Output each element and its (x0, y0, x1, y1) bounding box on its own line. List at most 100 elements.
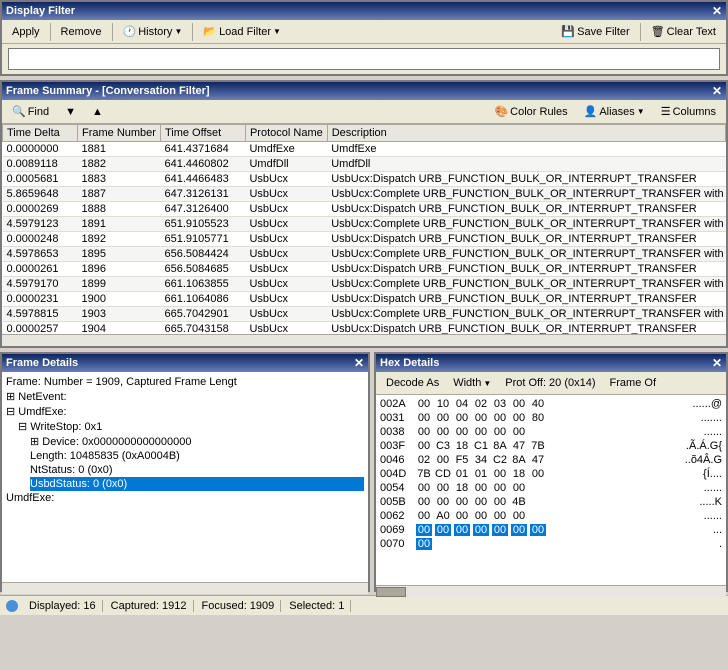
hex-addr: 004D (380, 468, 412, 480)
scroll-up-button[interactable]: ▲ (86, 103, 109, 121)
width-button[interactable]: Width ▼ (447, 374, 497, 392)
col-header-timedelta[interactable]: Time Delta (3, 125, 78, 142)
hex-row[interactable]: 002A00100402030040 ......@ (380, 397, 722, 411)
frame-tbody: 0.0000000 1881 641.4371684 UmdfExe UmdfE… (3, 142, 726, 335)
filter-input[interactable] (8, 48, 720, 70)
apply-button[interactable]: Apply (6, 23, 46, 41)
hex-details-close[interactable]: ✕ (712, 356, 722, 370)
frame-detail-line[interactable]: UmdfExe: (6, 491, 364, 505)
cell-frameno: 1887 (78, 187, 161, 202)
hex-byte: 00 (492, 426, 508, 438)
hex-byte: 00 (473, 412, 489, 424)
frame-summary-close[interactable]: ✕ (712, 84, 722, 98)
hex-row[interactable]: 003F00C318C18A477B .Ã.Á.G{ (380, 439, 722, 453)
frame-detail-line[interactable]: ⊞ Device: 0x0000000000000000 (30, 434, 364, 449)
table-row[interactable]: 4.5978653 1895 656.5084424 UsbUcx UsbUcx… (3, 247, 726, 262)
table-row[interactable]: 0.0000257 1904 665.7043158 UsbUcx UsbUcx… (3, 322, 726, 335)
hex-row[interactable]: 003100000000000080 ....... (380, 411, 722, 425)
frame-details-close[interactable]: ✕ (354, 356, 364, 370)
table-row[interactable]: 4.5978815 1903 665.7042901 UsbUcx UsbUcx… (3, 307, 726, 322)
clear-text-button[interactable]: 🗑 Clear Text (645, 22, 722, 41)
cell-proto: UsbUcx (245, 187, 327, 202)
frame-of-button[interactable]: Frame Of (604, 374, 662, 392)
cell-frameno: 1900 (78, 292, 161, 307)
hex-row[interactable]: 007000 . (380, 537, 722, 551)
cell-proto: UsbUcx (245, 202, 327, 217)
table-row[interactable]: 0.0000248 1892 651.9105771 UsbUcx UsbUcx… (3, 232, 726, 247)
frame-details-content[interactable]: Frame: Number = 1909, Captured Frame Len… (2, 372, 368, 582)
find-button[interactable]: 🔍 Find (6, 102, 55, 121)
frame-summary-hscrollbar[interactable] (2, 334, 726, 346)
table-row[interactable]: 0.0000231 1900 661.1064086 UsbUcx UsbUcx… (3, 292, 726, 307)
remove-button[interactable]: Remove (55, 23, 108, 41)
hex-row[interactable]: 006900000000000000 ... (380, 523, 722, 537)
table-row[interactable]: 0.0000269 1888 647.3126400 UsbUcx UsbUcx… (3, 202, 726, 217)
hex-byte (549, 538, 565, 550)
columns-button[interactable]: ☰ Columns (655, 102, 722, 121)
display-filter-toolbar: Apply Remove 🕐 History ▼ 📂 Load Filter ▼… (2, 20, 726, 44)
hex-byte: 00 (454, 510, 470, 522)
hex-row[interactable]: 006200A000000000 ...... (380, 509, 722, 523)
table-row[interactable]: 4.5979170 1899 661.1063855 UsbUcx UsbUcx… (3, 277, 726, 292)
col-header-proto[interactable]: Protocol Name (245, 125, 327, 142)
hex-row[interactable]: 005B00000000004B .....K (380, 495, 722, 509)
table-row[interactable]: 5.8659648 1887 647.3126131 UsbUcx UsbUcx… (3, 187, 726, 202)
hex-addr: 0054 (380, 482, 412, 494)
display-filter-close[interactable]: ✕ (712, 4, 722, 18)
hex-row[interactable]: 004D7BCD0101001800 {Í.... (380, 467, 722, 481)
cell-timeoffset: 647.3126400 (160, 202, 245, 217)
frame-detail-line[interactable]: ⊟ UmdfExe: (6, 404, 364, 419)
cell-frameno: 1888 (78, 202, 161, 217)
frame-detail-line[interactable]: Frame: Number = 1909, Captured Frame Len… (6, 375, 364, 389)
frame-detail-line[interactable]: Length: 10485835 (0xA0004B) (30, 449, 364, 463)
hex-byte: 00 (511, 398, 527, 410)
cell-frameno: 1904 (78, 322, 161, 335)
aliases-button[interactable]: 👤 Aliases ▼ (578, 102, 651, 121)
table-row[interactable]: 0.0000000 1881 641.4371684 UmdfExe UmdfE… (3, 142, 726, 157)
cell-timedelta: 0.0000257 (3, 322, 78, 335)
hex-byte: 00 (492, 496, 508, 508)
hex-row[interactable]: 00460200F534C28A47 ..õ4Â.G (380, 453, 722, 467)
table-row[interactable]: 0.0089118 1882 641.4460802 UmdfDll UmdfD… (3, 157, 726, 172)
hex-byte: 00 (530, 524, 546, 536)
hex-byte (549, 510, 565, 522)
frame-detail-line[interactable]: UsbdStatus: 0 (0x0) (30, 477, 364, 491)
scroll-down-button[interactable]: ▼ (59, 103, 82, 121)
col-header-timeoffset[interactable]: Time Offset (160, 125, 245, 142)
color-rules-button[interactable]: 🎨 Color Rules (488, 102, 573, 121)
aliases-dropdown-arrow: ▼ (637, 107, 645, 116)
decode-as-button[interactable]: Decode As (380, 374, 445, 392)
table-row[interactable]: 0.0000261 1896 656.5084685 UsbUcx UsbUcx… (3, 262, 726, 277)
hex-row[interactable]: 0038000000000000 ...... (380, 425, 722, 439)
frame-detail-line[interactable]: NtStatus: 0 (0x0) (30, 463, 364, 477)
col-header-desc[interactable]: Description (327, 125, 725, 142)
hex-byte: 00 (454, 426, 470, 438)
prot-off-button[interactable]: Prot Off: 20 (0x14) (499, 374, 601, 392)
frame-detail-line[interactable]: ⊞ NetEvent: (6, 389, 364, 404)
history-button[interactable]: 🕐 History ▼ (117, 22, 189, 41)
cell-timeoffset: 651.9105523 (160, 217, 245, 232)
load-filter-button[interactable]: 📂 Load Filter ▼ (197, 22, 287, 41)
hex-scrollbar-thumb[interactable] (376, 587, 406, 597)
hex-addr: 0069 (380, 524, 412, 536)
frame-table-container[interactable]: Time Delta Frame Number Time Offset Prot… (2, 124, 726, 334)
frame-details-scrollbar[interactable] (2, 582, 368, 594)
hex-scrollbar[interactable] (376, 585, 726, 597)
hex-byte: 00 (492, 510, 508, 522)
cell-frameno: 1881 (78, 142, 161, 157)
hex-byte: 7B (416, 468, 432, 480)
hex-bytes-group: 00000000000080 (416, 412, 693, 424)
hex-bytes-group: 00000000000000 (416, 524, 705, 536)
cell-timeoffset: 651.9105771 (160, 232, 245, 247)
hex-row[interactable]: 0054000018000000 ...... (380, 481, 722, 495)
hex-bytes-group: 00100402030040 (416, 398, 684, 410)
hex-content[interactable]: 002A00100402030040 ......@00310000000000… (376, 395, 726, 585)
cell-proto: UsbUcx (245, 277, 327, 292)
col-header-frameno[interactable]: Frame Number (78, 125, 161, 142)
table-row[interactable]: 0.0005681 1883 641.4466483 UsbUcx UsbUcx… (3, 172, 726, 187)
cell-frameno: 1896 (78, 262, 161, 277)
hex-byte (549, 412, 565, 424)
frame-detail-line[interactable]: ⊟ WriteStop: 0x1 (18, 419, 364, 434)
table-row[interactable]: 4.5979123 1891 651.9105523 UsbUcx UsbUcx… (3, 217, 726, 232)
save-filter-button[interactable]: 💾 Save Filter (555, 22, 635, 41)
